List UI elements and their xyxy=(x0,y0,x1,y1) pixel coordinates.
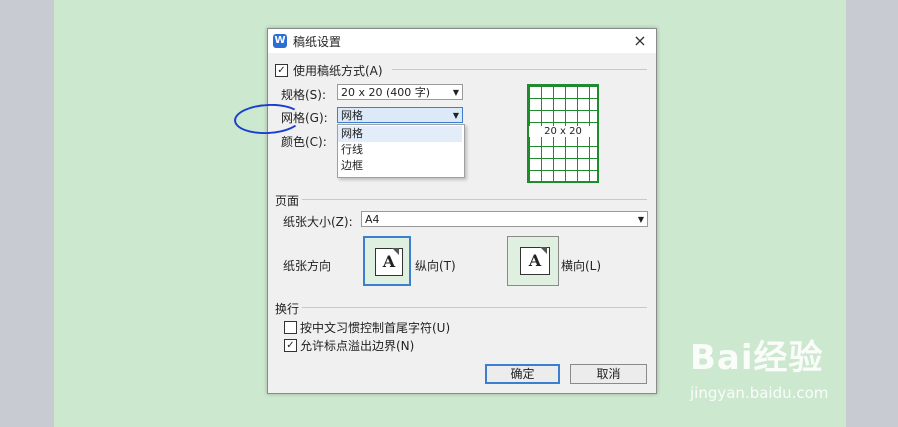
ok-button[interactable]: 确定 xyxy=(485,364,560,384)
grid-option-grid[interactable]: 网格 xyxy=(338,126,462,142)
chinese-rules-checkbox[interactable] xyxy=(284,321,297,334)
paper-size-select[interactable]: A4 ▼ xyxy=(361,211,648,227)
color-label: 颜色(C): xyxy=(281,135,327,149)
use-manuscript-checkbox[interactable]: ✓ xyxy=(275,64,288,77)
punctuation-overflow-checkbox[interactable]: ✓ xyxy=(284,339,297,352)
chevron-down-icon: ▼ xyxy=(637,215,644,224)
spec-select[interactable]: 20 x 20 (400 字) ▼ xyxy=(337,84,463,100)
wrap-section-label: 换行 xyxy=(275,302,300,316)
page-fold-icon xyxy=(540,247,547,254)
close-icon[interactable]: × xyxy=(630,31,650,51)
workspace-right-margin xyxy=(846,0,898,427)
cancel-button[interactable]: 取消 xyxy=(570,364,647,384)
orientation-label: 纸张方向 xyxy=(283,259,332,273)
page-section-label: 页面 xyxy=(275,194,300,208)
chevron-down-icon: ▼ xyxy=(452,111,459,120)
manuscript-preview: 20 x 20 xyxy=(527,84,599,183)
watermark-url: jingyan.baidu.com xyxy=(690,384,829,402)
page-fold-icon xyxy=(392,248,399,255)
grid-option-border[interactable]: 边框 xyxy=(338,158,462,174)
punctuation-overflow-label: 允许标点溢出边界(N) xyxy=(300,339,415,353)
grid-select-value: 网格 xyxy=(341,109,363,122)
dialog-titlebar: W 稿纸设置 × xyxy=(268,29,656,53)
landscape-label[interactable]: 横向(L) xyxy=(561,257,601,274)
grid-option-lines[interactable]: 行线 xyxy=(338,142,462,158)
manuscript-separator xyxy=(392,69,647,70)
watermark-brand: Bai经验 xyxy=(690,338,824,378)
page-separator xyxy=(302,199,647,200)
wrap-separator xyxy=(302,307,647,308)
workspace-left-margin xyxy=(0,0,54,427)
chinese-rules-label: 按中文习惯控制首尾字符(U) xyxy=(300,321,451,335)
grid-select[interactable]: 网格 ▼ xyxy=(337,107,463,123)
portrait-option[interactable]: A xyxy=(363,236,411,286)
spec-label: 规格(S): xyxy=(281,88,327,102)
wps-app-icon: W xyxy=(273,34,287,48)
paper-size-value: A4 xyxy=(365,213,380,226)
use-manuscript-label: 使用稿纸方式(A) xyxy=(293,64,383,78)
paper-size-label: 纸张大小(Z): xyxy=(283,215,353,229)
dialog-title: 稿纸设置 xyxy=(293,35,342,49)
spec-select-value: 20 x 20 (400 字) xyxy=(341,86,431,99)
grid-dropdown-list: 网格 行线 边框 xyxy=(337,124,465,178)
portrait-label[interactable]: 纵向(T) xyxy=(415,257,456,274)
preview-size-text: 20 x 20 xyxy=(529,126,597,137)
chevron-down-icon: ▼ xyxy=(452,88,459,97)
landscape-option[interactable]: A xyxy=(507,236,559,286)
